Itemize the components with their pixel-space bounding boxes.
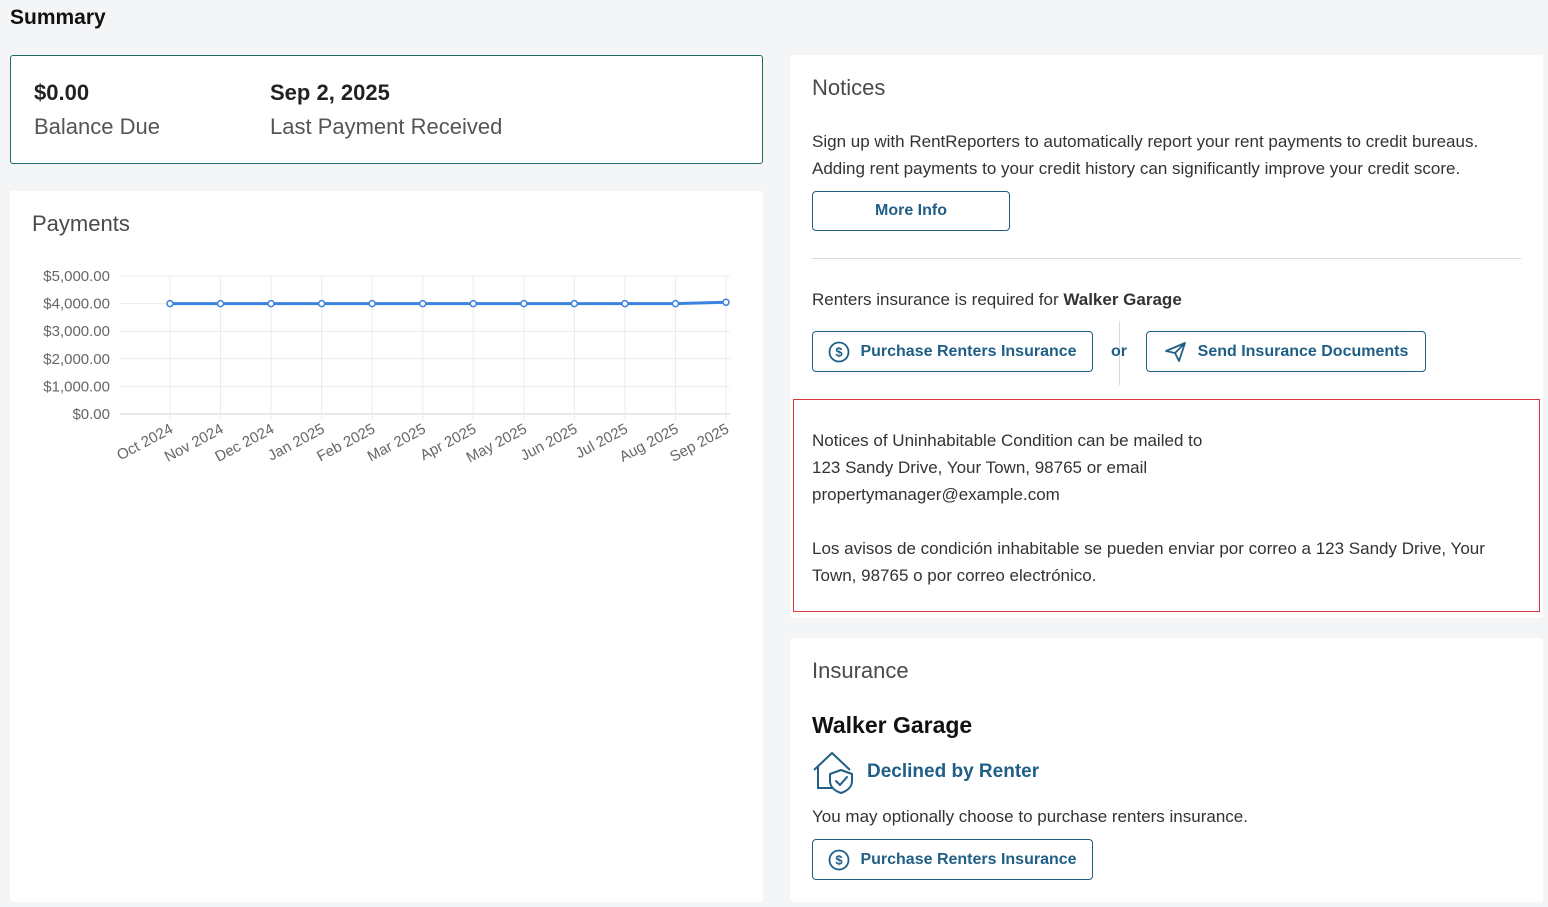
balance-due: $0.00 Balance Due	[34, 80, 160, 140]
y-tick-label: $4,000.00	[43, 296, 110, 313]
purchase-renters-insurance-button[interactable]: $ Purchase Renters Insurance	[812, 331, 1093, 372]
data-point	[418, 299, 427, 308]
rentreporters-line-2: Adding rent payments to your credit hist…	[812, 159, 1461, 178]
notices-heading: Notices	[812, 75, 886, 100]
data-point	[671, 299, 680, 308]
insurance-purchase-label: Purchase Renters Insurance	[860, 850, 1077, 868]
paper-plane-icon	[1164, 341, 1186, 362]
data-point	[520, 299, 528, 308]
data-point	[317, 299, 326, 308]
send-insurance-documents-button[interactable]: Send Insurance Documents	[1146, 331, 1426, 372]
insurance-required-text: Renters insurance is required for Walker…	[812, 286, 1182, 313]
uninhabitable-notice-highlight	[793, 399, 1540, 612]
notices-divider	[812, 258, 1521, 259]
dollar-circle-icon: $	[829, 849, 850, 870]
send-insurance-documents-label: Send Insurance Documents	[1197, 342, 1409, 360]
page-title: Summary	[10, 6, 106, 29]
data-point	[216, 299, 225, 308]
summary-card: $0.00 Balance Due Sep 2, 2025 Last Payme…	[10, 55, 763, 164]
rentreporters-line-1: Sign up with RentReporters to automatica…	[812, 132, 1479, 151]
data-point	[267, 299, 275, 308]
data-point	[722, 298, 730, 306]
y-tick-label: $1,000.00	[43, 378, 110, 395]
rentreporters-text: Sign up with RentReporters to automatica…	[812, 128, 1478, 182]
insurance-required-prefix: Renters insurance is required for	[812, 290, 1064, 309]
y-tick-label: $2,000.00	[43, 351, 110, 368]
more-info-label: More Info	[875, 202, 947, 219]
purchase-renters-insurance-label: Purchase Renters Insurance	[860, 342, 1077, 360]
more-info-button[interactable]: More Info	[812, 191, 1010, 231]
payments-chart: $0.00 $1,000.00 $2,000.00 $3,000.00 $4,000.0…	[43, 268, 732, 466]
last-payment-value: Sep 2, 2025	[270, 80, 390, 105]
house-shield-icon	[813, 752, 853, 794]
insurance-card: Insurance Walker Garage Declined by Rent…	[790, 638, 1543, 902]
dollar-circle-icon: $	[829, 341, 850, 362]
last-payment-label: Last Payment Received	[270, 114, 503, 139]
series-line	[170, 300, 727, 306]
balance-due-label: Balance Due	[34, 114, 160, 139]
insurance-purchase-button[interactable]: $ Purchase Renters Insurance	[812, 839, 1093, 880]
insurance-status: Declined by Renter	[867, 761, 1040, 782]
data-point	[570, 299, 579, 308]
y-tick-label: $0.00	[72, 406, 110, 423]
insurance-heading: Insurance	[812, 658, 909, 683]
insurance-required-property: Walker Garage	[1063, 290, 1182, 309]
data-point	[469, 299, 478, 308]
balance-due-value: $0.00	[34, 80, 90, 105]
x-tick-label: Jun 2025	[518, 421, 580, 465]
y-tick-label: $3,000.00	[43, 323, 110, 340]
payments-heading: Payments	[32, 211, 130, 236]
data-point	[166, 299, 174, 308]
last-payment: Sep 2, 2025 Last Payment Received	[270, 80, 502, 140]
x-tick-label: Mar 2025	[365, 421, 429, 466]
data-point	[621, 299, 629, 308]
svg-text:$: $	[836, 344, 844, 359]
svg-text:$: $	[836, 852, 844, 867]
data-point	[368, 299, 376, 308]
insurance-property-name: Walker Garage	[812, 712, 973, 738]
or-label: or	[1111, 343, 1127, 360]
insurance-note: You may optionally choose to purchase re…	[812, 807, 1248, 826]
y-tick-label: $5,000.00	[43, 268, 110, 285]
